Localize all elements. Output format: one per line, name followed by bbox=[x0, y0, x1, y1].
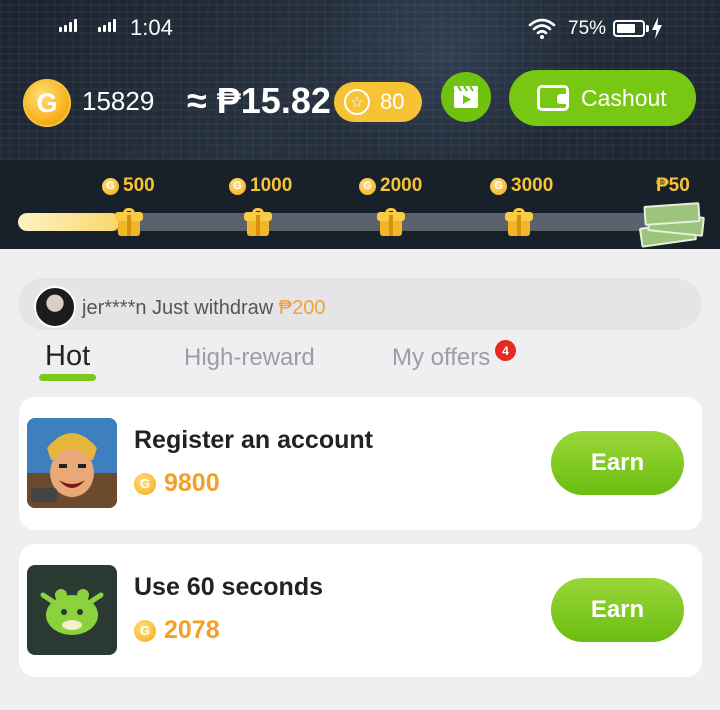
wallet-icon bbox=[537, 85, 569, 111]
withdraw-ticker: jer****n Just withdraw ₱200 bbox=[18, 278, 701, 330]
milestone-1000: G 1000 bbox=[229, 175, 292, 197]
gift-icon[interactable] bbox=[377, 208, 405, 238]
tab-hot[interactable]: Hot bbox=[45, 340, 90, 373]
peso-balance: ≈ ₱15.82 bbox=[187, 80, 331, 121]
milestone-2000: G 2000 bbox=[359, 175, 422, 197]
offer-card[interactable]: Register an account G 9800 Earn bbox=[19, 397, 702, 530]
gift-icon[interactable] bbox=[115, 208, 143, 238]
video-clapper-icon bbox=[454, 85, 478, 108]
star-points-badge[interactable]: ☆ 80 bbox=[334, 82, 422, 122]
gift-icon[interactable] bbox=[505, 208, 533, 238]
signal-icon bbox=[98, 18, 116, 32]
coin-icon: G bbox=[134, 619, 156, 642]
ticker-text: jer****n Just withdraw ₱200 bbox=[82, 297, 326, 319]
avatar bbox=[34, 286, 76, 328]
battery-icon bbox=[613, 20, 649, 37]
offer-reward: G 2078 bbox=[134, 616, 220, 645]
status-time: 1:04 bbox=[130, 15, 173, 40]
ticker-amount: ₱200 bbox=[278, 297, 326, 319]
cash-stack-icon[interactable] bbox=[638, 200, 708, 248]
coin-icon: G bbox=[134, 472, 156, 495]
offer-reward-amount: 9800 bbox=[164, 469, 220, 497]
coin-icon: G bbox=[229, 177, 246, 195]
offer-reward-amount: 2078 bbox=[164, 616, 220, 644]
video-reward-button[interactable] bbox=[441, 72, 491, 122]
cashout-button[interactable]: Cashout bbox=[509, 70, 696, 126]
milestone-cash: ₱50 bbox=[656, 175, 690, 196]
green-frog-app-icon bbox=[27, 565, 117, 655]
signal-icon bbox=[59, 18, 77, 32]
milestone-500: G 500 bbox=[102, 175, 155, 197]
star-points-value: 80 bbox=[380, 89, 405, 114]
progress-fill bbox=[18, 213, 121, 231]
offer-title: Register an account bbox=[134, 426, 373, 454]
milestone-3000: G 3000 bbox=[490, 175, 553, 197]
coin-icon: G bbox=[23, 79, 71, 127]
charging-bolt-icon bbox=[652, 17, 662, 39]
earn-button[interactable]: Earn bbox=[551, 431, 684, 495]
game-warrior-icon bbox=[27, 418, 117, 508]
my-offers-count-badge: 4 bbox=[495, 340, 516, 361]
battery-percent: 75% bbox=[568, 18, 607, 39]
gift-icon[interactable] bbox=[244, 208, 272, 238]
star-icon: ☆ bbox=[344, 89, 370, 115]
wallet-header: 1:04 75% G 15829 ≈ ₱15.82 ☆ 80 Cashout bbox=[0, 0, 720, 160]
coin-icon: G bbox=[490, 177, 507, 195]
rewards-progress: G 500 G 1000 G 2000 G 3000 ₱50 bbox=[0, 160, 720, 249]
wifi-icon bbox=[528, 18, 556, 39]
offer-title: Use 60 seconds bbox=[134, 573, 323, 601]
active-tab-indicator bbox=[39, 374, 96, 381]
status-bar: 1:04 75% bbox=[0, 14, 720, 44]
earn-button[interactable]: Earn bbox=[551, 578, 684, 642]
cashout-label: Cashout bbox=[581, 84, 667, 111]
tab-high-reward[interactable]: High-reward bbox=[184, 344, 315, 372]
coin-icon: G bbox=[359, 177, 376, 195]
offer-card[interactable]: Use 60 seconds G 2078 Earn bbox=[19, 544, 702, 677]
coin-balance: 15829 bbox=[82, 86, 155, 116]
offer-reward: G 9800 bbox=[134, 469, 220, 498]
coin-icon: G bbox=[102, 177, 119, 195]
tab-my-offers[interactable]: My offers bbox=[392, 344, 490, 372]
